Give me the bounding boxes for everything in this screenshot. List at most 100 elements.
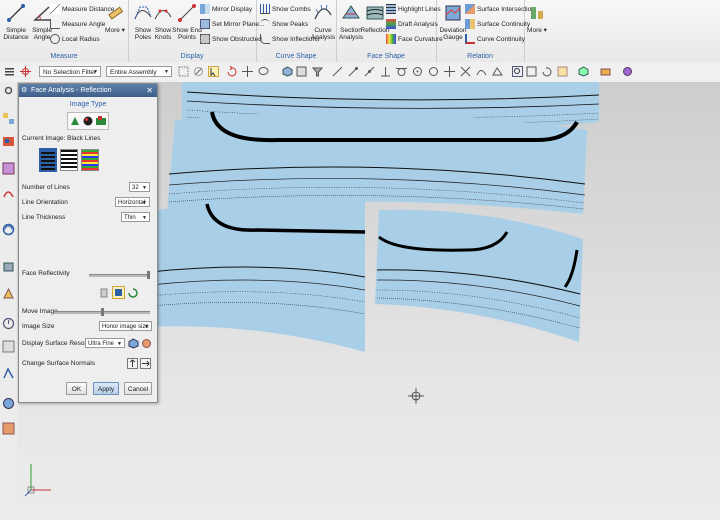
move-image-thumb[interactable]	[101, 308, 104, 316]
color-lines-thumbnail[interactable]	[81, 149, 99, 171]
number-of-lines-select[interactable]: 32 ▼	[129, 182, 150, 192]
part-navigator-icon[interactable]	[2, 112, 15, 125]
flip-normals-icon[interactable]	[127, 358, 138, 369]
face-select-icon[interactable]	[296, 66, 307, 77]
selection-filter-select[interactable]: No Selection Filter ▼	[39, 66, 101, 77]
reuse-library-icon[interactable]	[2, 260, 15, 273]
highlight-lines-button[interactable]: Highlight Lines	[386, 3, 441, 17]
edit-section-icon[interactable]	[600, 66, 611, 77]
show-obstructed-button[interactable]: Show Obstructed	[200, 33, 262, 47]
endpoint-icon[interactable]	[348, 66, 359, 77]
measure-more-button[interactable]: More ▾	[100, 3, 130, 34]
apply-button[interactable]: Apply	[93, 382, 119, 395]
arc-center-icon[interactable]	[412, 66, 423, 77]
measure-angle-button[interactable]: Measure Angle	[50, 18, 105, 32]
cube-icon[interactable]	[282, 66, 293, 77]
perpendicular-icon[interactable]	[380, 66, 391, 77]
layers-icon[interactable]	[557, 66, 568, 77]
show-peaks-button[interactable]: Show Peaks	[260, 18, 308, 32]
image-position-icon[interactable]	[112, 286, 125, 299]
black-lines-thumbnail[interactable]	[39, 148, 57, 172]
surface-continuity-button[interactable]: Surface Continuity	[465, 18, 530, 32]
more-button[interactable]: More ▾	[522, 3, 552, 34]
assembly-navigator-icon[interactable]	[2, 135, 15, 148]
view-orient-icon[interactable]	[622, 66, 633, 77]
tangent-icon[interactable]	[396, 66, 407, 77]
assembly-scope-select[interactable]: Entire Assembly ▼	[106, 66, 172, 77]
move-icon[interactable]	[242, 66, 253, 77]
refresh-icon[interactable]	[541, 66, 552, 77]
face-reflectivity-slider[interactable]	[89, 271, 150, 279]
show-knots-icon	[154, 9, 172, 20]
line-icon[interactable]	[332, 66, 343, 77]
dialog-title-bar[interactable]: ⚙ Face Analysis - Reflection ✕	[19, 84, 157, 97]
display-surface-resolution-select[interactable]: Ultra Fine ▼	[85, 338, 125, 348]
lasso-icon[interactable]	[258, 66, 269, 77]
set-mirror-plane-button[interactable]: Set Mirror Plane...	[200, 18, 264, 32]
deselect-icon[interactable]	[193, 66, 204, 77]
mirror-display-button[interactable]: Mirror Display	[200, 3, 252, 17]
cancel-button[interactable]: Cancel	[124, 382, 152, 395]
arrow-reflection-icon[interactable]	[69, 115, 81, 127]
show-end-points-button[interactable]: Show End Points	[172, 3, 202, 41]
section-analysis-icon	[342, 5, 360, 19]
local-radius-button[interactable]: Local Radius	[50, 33, 100, 47]
close-icon[interactable]: ✕	[146, 84, 153, 97]
face-curvature-button[interactable]: Face Curvature	[386, 33, 443, 47]
face-reflectivity-label: Face Reflectivity	[22, 270, 70, 277]
process-studio-icon[interactable]	[2, 287, 15, 300]
reset-image-icon[interactable]	[98, 287, 110, 299]
ok-button[interactable]: OK	[66, 382, 87, 395]
roles-icon[interactable]	[2, 317, 15, 330]
curve-continuity-button[interactable]: Curve Continuity	[465, 33, 525, 47]
reverse-normals-icon[interactable]	[140, 358, 151, 369]
curve-analysis-icon	[314, 4, 332, 20]
colored-reflection-icon[interactable]	[95, 115, 107, 127]
palette-icon[interactable]	[2, 422, 15, 435]
system-scenes-icon[interactable]	[2, 340, 15, 353]
hd3d-tools-icon[interactable]	[2, 367, 15, 380]
history-icon[interactable]	[2, 187, 15, 200]
settings-icon[interactable]	[2, 84, 15, 97]
midpoint-icon[interactable]	[364, 66, 375, 77]
quadrant-icon[interactable]	[428, 66, 439, 77]
rotate-icon[interactable]	[226, 66, 237, 77]
resolution-cube-icon[interactable]	[128, 338, 139, 349]
filter-icon[interactable]	[312, 66, 323, 77]
render-style-icon[interactable]	[578, 66, 589, 77]
point-on-face-icon[interactable]	[492, 66, 503, 77]
sphere-reflection-icon[interactable]	[82, 115, 94, 127]
point-on-curve-icon[interactable]	[476, 66, 487, 77]
fit-icon[interactable]	[526, 66, 537, 77]
ribbon-group-more: More ▾	[524, 0, 550, 62]
zoom-icon[interactable]	[512, 66, 523, 77]
menu-icon[interactable]	[4, 66, 15, 77]
select-mode-icon[interactable]	[208, 66, 219, 77]
surface-strip-middle	[167, 112, 587, 214]
white-lines-thumbnail[interactable]	[60, 149, 78, 171]
face-reflectivity-thumb[interactable]	[147, 271, 150, 279]
deviation-gauge-button[interactable]: Deviation Gauge	[438, 3, 468, 41]
draft-analysis-button[interactable]: Draft Analysis	[386, 18, 438, 32]
ribbon-group-display: Show Poles Show Knots Show End Points Mi…	[128, 0, 264, 62]
resolution-settings-icon[interactable]	[141, 338, 152, 349]
ribbon-group-measure: Simple Distance Simple Angle Measure Dis…	[0, 0, 129, 62]
show-combs-button[interactable]: Show Combs	[260, 3, 311, 17]
crosshair-icon[interactable]	[444, 66, 455, 77]
constraint-navigator-icon[interactable]	[2, 162, 15, 175]
intersection-icon[interactable]	[460, 66, 471, 77]
measure-distance-icon	[50, 4, 60, 15]
line-thickness-select[interactable]: Thin ▼	[121, 212, 150, 222]
current-image-label: Current Image: Black Lines	[22, 135, 101, 142]
curve-analysis-button[interactable]: Curve Analysis	[308, 3, 338, 41]
image-size-select[interactable]: Honor image size ▼	[99, 321, 152, 331]
rotate-image-icon[interactable]	[127, 287, 139, 299]
snap-icon[interactable]	[20, 66, 31, 77]
web-browser-icon[interactable]	[2, 223, 15, 236]
measure-angle-icon	[50, 19, 60, 30]
manufacturing-icon[interactable]	[2, 397, 15, 410]
move-image-slider[interactable]	[54, 308, 150, 316]
line-orientation-select[interactable]: Horizontal ▼	[115, 197, 150, 207]
select-all-icon[interactable]	[178, 66, 189, 77]
gear-icon[interactable]: ⚙	[21, 84, 27, 97]
